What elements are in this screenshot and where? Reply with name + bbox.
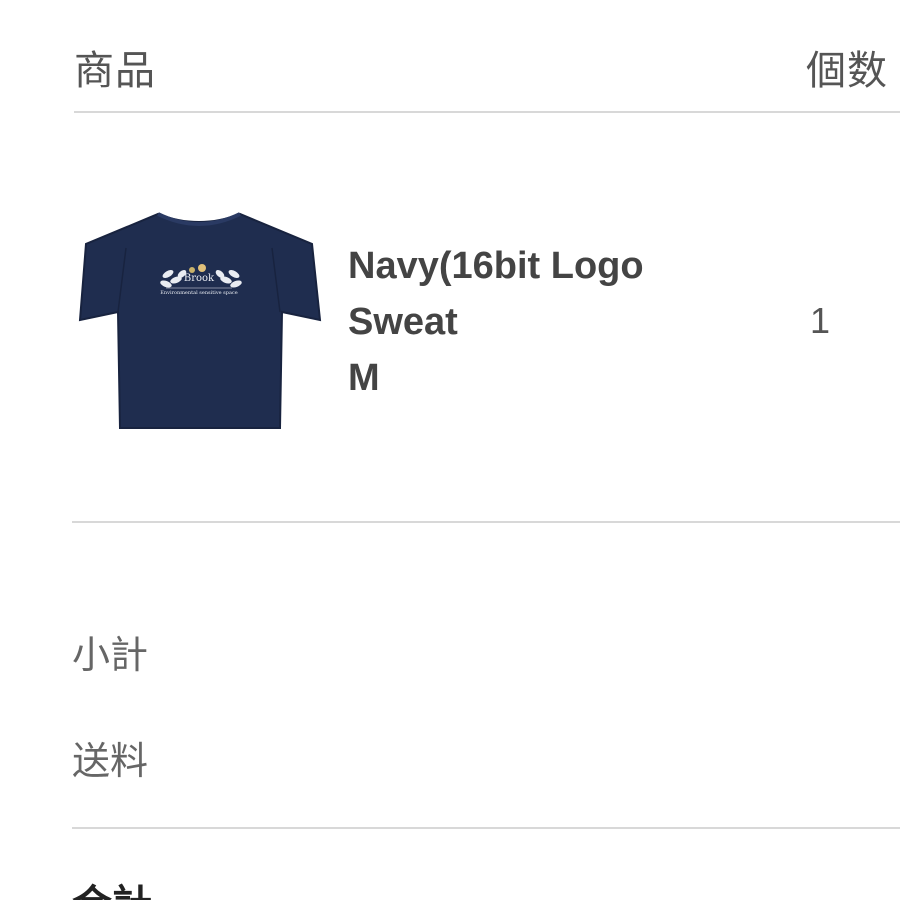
item-divider [72, 521, 900, 523]
product-size: M [348, 357, 380, 399]
shirt-tagline-text: Environmental sensitive space [160, 290, 237, 296]
column-header-product: 商品 [74, 48, 156, 94]
summary-divider [72, 827, 900, 829]
tshirt-icon: Brook Environmental sensitive space [78, 212, 322, 429]
product-name[interactable]: Navy(16bit Logo Sweat M [348, 238, 728, 406]
order-summary-page: 商品 個数 Brook Environmental sensitive spac… [0, 0, 900, 900]
shirt-logo-text: Brook [184, 273, 215, 284]
product-name-line-1: Navy(16bit Logo [348, 245, 644, 287]
total-label: 合計 [72, 872, 152, 900]
column-header-quantity: 個数 [806, 48, 888, 94]
shipping-label: 送料 [72, 739, 149, 783]
product-quantity: 1 [810, 300, 831, 341]
subtotal-label: 小計 [72, 633, 149, 677]
product-thumbnail[interactable]: Brook Environmental sensitive space [76, 208, 322, 432]
header-divider [74, 111, 900, 113]
product-name-line-2: Sweat [348, 301, 458, 343]
